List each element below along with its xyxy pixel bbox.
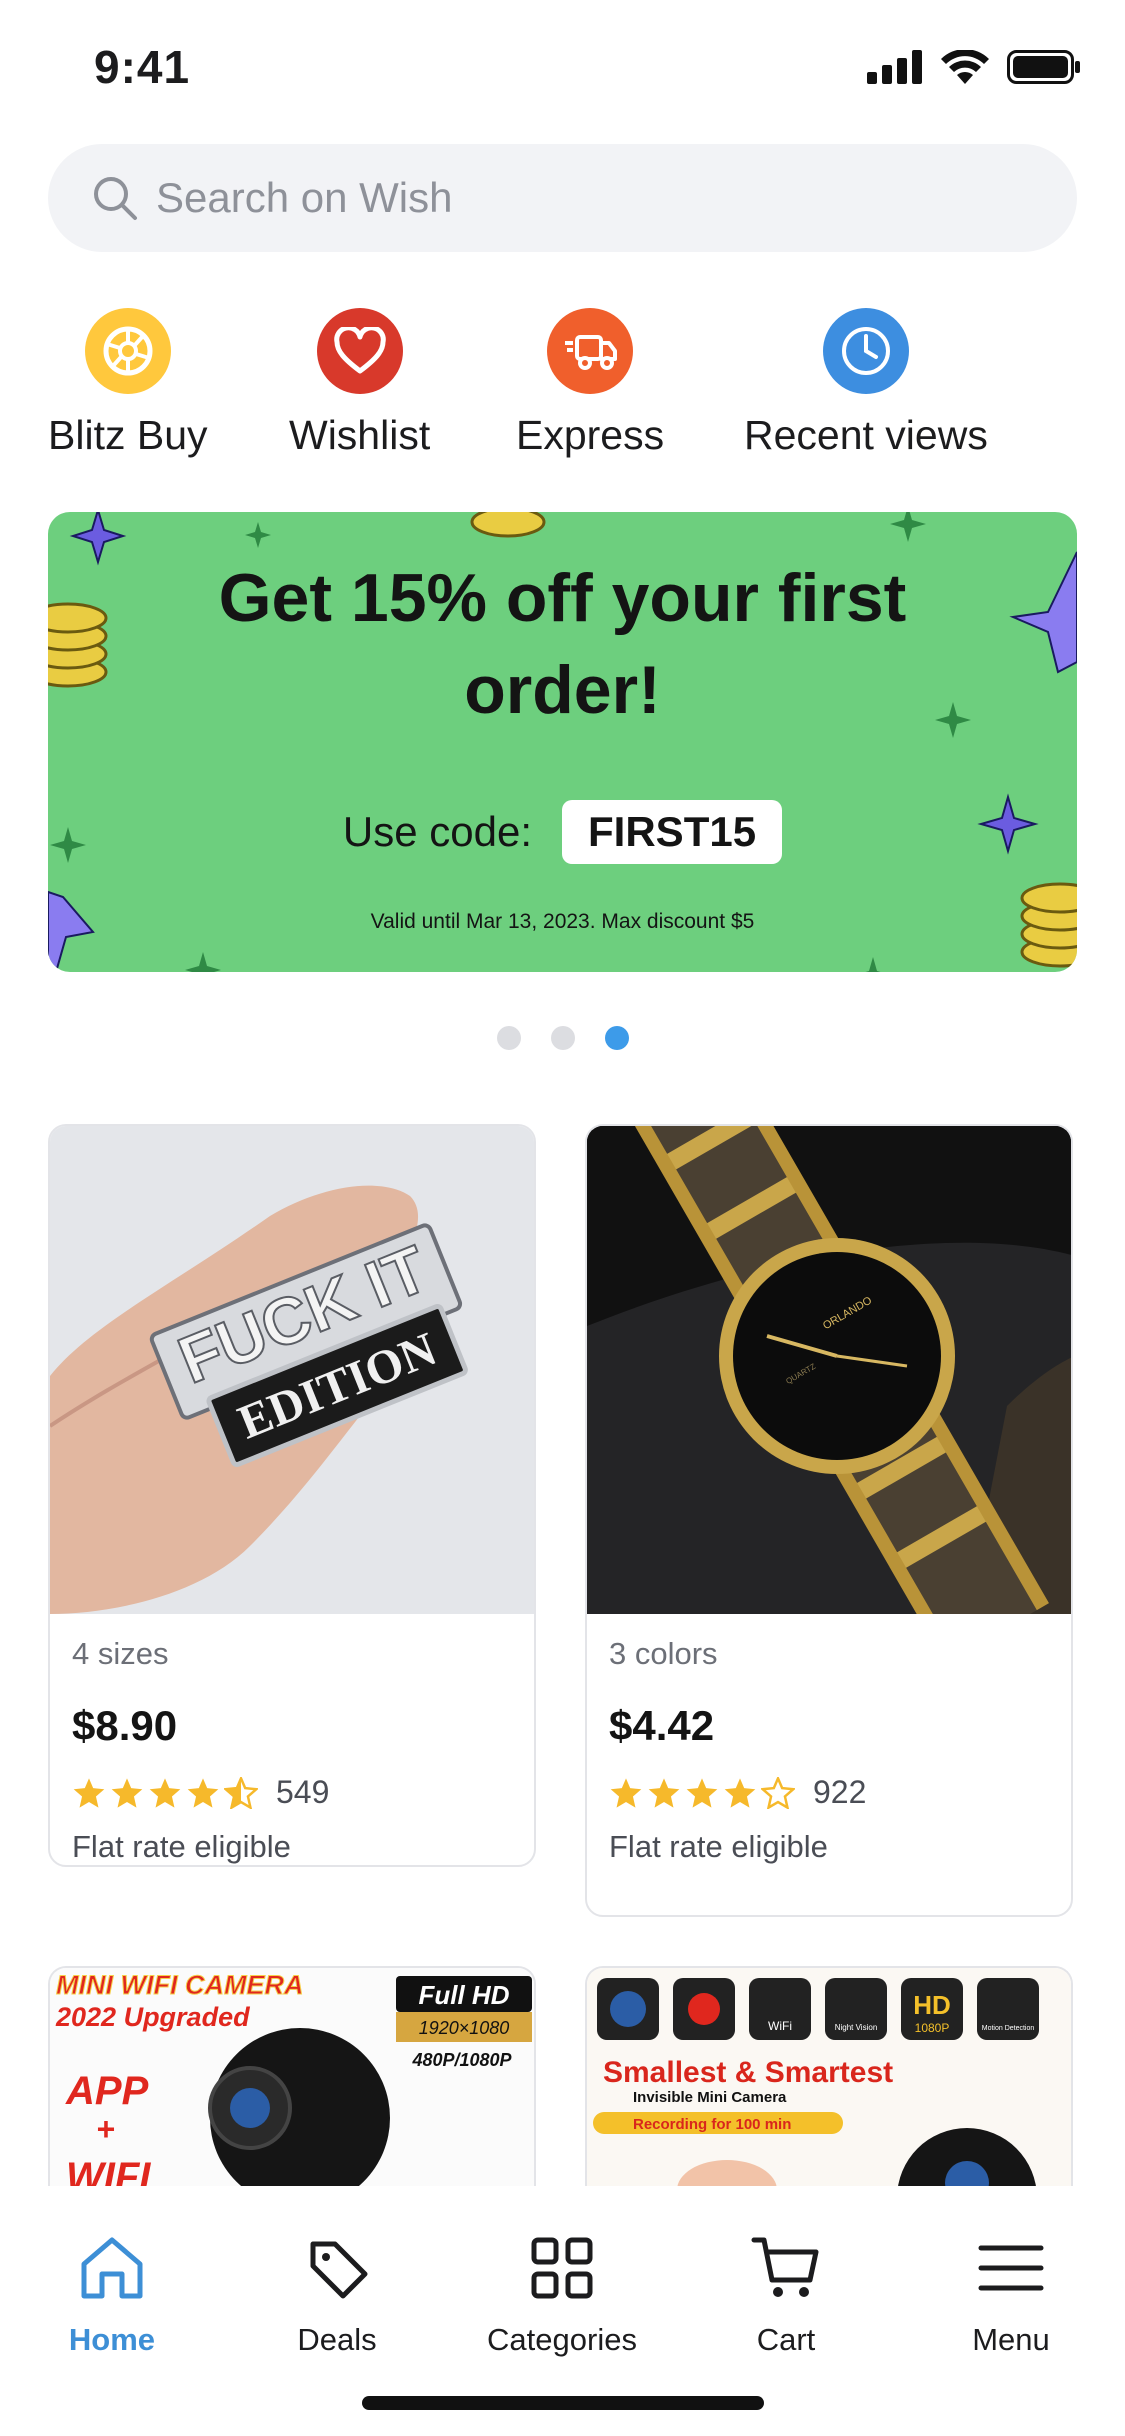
nav-label: Categories: [487, 2322, 637, 2357]
star-icon: [187, 1777, 219, 1808]
shipping-label: Flat rate eligible: [72, 1829, 291, 1864]
banner-note: Valid until Mar 13, 2023. Max discount $…: [370, 910, 755, 933]
nav-label: Cart: [756, 2322, 816, 2357]
product-image[interactable]: ORLANDO QUARTZ: [587, 1126, 1071, 1614]
star-icon: [111, 1777, 143, 1808]
quick-link-express[interactable]: Express: [516, 308, 664, 459]
camera-badge: Full HD: [419, 1980, 510, 2010]
product-variants: 4 sizes: [72, 1636, 169, 1671]
product-image[interactable]: WiFi Night Vision HD 1080P Motion Detect…: [587, 1968, 1073, 2196]
star-icon: [724, 1777, 756, 1808]
product-rating: 549: [72, 1774, 512, 1811]
star-half-icon: [224, 1776, 258, 1809]
quick-link-label: Blitz Buy: [48, 412, 208, 458]
carousel-dot[interactable]: [550, 1026, 575, 1050]
camera-badge-sub: 1920×1080: [419, 2018, 510, 2038]
product-variants: 3 colors: [609, 1636, 718, 1671]
quick-link-label: Recent views: [744, 412, 988, 458]
product-rating: 922: [609, 1774, 1049, 1811]
banner-title: Get 15% off your first order!: [48, 552, 1077, 736]
camera-hd-text: HD: [913, 1990, 951, 2020]
status-bar: 9:41: [0, 0, 1125, 140]
wifi-icon: [941, 50, 989, 84]
review-count: 549: [276, 1774, 330, 1810]
tag-icon: [310, 2241, 368, 2299]
nav-cart[interactable]: Cart: [686, 2230, 886, 2358]
nav-label: Deals: [297, 2322, 377, 2357]
camera-record-text: Recording for 100 min: [633, 2116, 791, 2133]
search-bar[interactable]: [48, 144, 1077, 252]
cellular-signal-icon: [867, 50, 922, 84]
product-image[interactable]: MINI WIFI CAMERA 2022 Upgraded Full HD 1…: [50, 1968, 536, 2196]
search-icon: [94, 177, 137, 220]
status-icons: [867, 50, 1081, 84]
search-input[interactable]: [156, 174, 956, 222]
carousel-dots: [0, 1026, 1125, 1050]
quick-link-partial[interactable]: Fa: [1078, 308, 1125, 459]
home-indicator[interactable]: [362, 2396, 764, 2410]
camera-res: 480P/1080P: [411, 2050, 512, 2070]
review-count: 922: [813, 1774, 867, 1810]
nav-home[interactable]: Home: [12, 2230, 212, 2358]
quick-link-blitz-buy[interactable]: Blitz Buy: [48, 308, 208, 459]
banner-code-label: Use code:: [342, 808, 533, 855]
status-time: 9:41: [94, 41, 191, 93]
nav-menu[interactable]: Menu: [911, 2230, 1111, 2358]
camera-chip-wifi: WiFi: [768, 2019, 792, 2033]
camera-sub: Invisible Mini Camera: [633, 2089, 787, 2106]
star-icon: [648, 1777, 680, 1808]
camera-text-line-2: 2022 Upgraded: [55, 2002, 250, 2032]
camera-chip-motion: Motion Detection: [982, 2025, 1035, 2032]
hamburger-icon: [978, 2245, 1044, 2291]
camera-headline: Smallest & Smartest: [603, 2056, 893, 2089]
product-info: 3 colors $4.42 922 Flat rate eligible: [587, 1614, 1071, 1865]
product-card[interactable]: WiFi Night Vision HD 1080P Motion Detect…: [585, 1966, 1073, 2196]
carousel-dot-active[interactable]: [604, 1026, 629, 1050]
product-price: $8.90: [72, 1702, 178, 1749]
heart-icon: [316, 308, 403, 394]
clock-icon: [822, 308, 909, 394]
blitz-wheel-icon: [84, 308, 171, 394]
quick-link-label: Wishlist: [289, 412, 431, 458]
cart-icon: [751, 2237, 819, 2297]
banner-title-line-2: order!: [464, 652, 661, 728]
truck-icon: [547, 308, 634, 394]
quick-links: Blitz Buy Wishlist Express Recent views …: [0, 308, 1125, 468]
star-icon: [686, 1777, 718, 1808]
star-empty-icon: [761, 1776, 795, 1809]
battery-icon: [1007, 50, 1080, 84]
camera-text-line-1: MINI WIFI CAMERA: [56, 1970, 303, 2000]
quick-link-wishlist[interactable]: Wishlist: [289, 308, 430, 459]
nav-deals[interactable]: Deals: [237, 2230, 437, 2358]
promo-banner[interactable]: Get 15% off your first order! Use code: …: [48, 512, 1077, 972]
star-icon: [610, 1777, 642, 1808]
product-image[interactable]: FUCK IT EDITION: [50, 1126, 534, 1614]
camera-app-text: APP: [65, 2069, 149, 2113]
product-card[interactable]: FUCK IT EDITION 4 sizes $8.90 549 Flat r…: [48, 1124, 536, 1867]
carousel-dot[interactable]: [496, 1026, 521, 1050]
product-info: 4 sizes $8.90 549 Flat rate eligible: [50, 1614, 534, 1865]
grid-icon: [531, 2237, 593, 2299]
star-icon: [73, 1777, 105, 1808]
camera-hd-sub: 1080P: [915, 2021, 950, 2035]
product-card[interactable]: MINI WIFI CAMERA 2022 Upgraded Full HD 1…: [48, 1966, 536, 2196]
product-card[interactable]: ORLANDO QUARTZ 3 colors $4.42 922 Flat r…: [585, 1124, 1073, 1917]
product-price: $4.42: [609, 1702, 715, 1749]
quick-link-recent-views[interactable]: Recent views: [744, 308, 988, 459]
nav-label: Menu: [972, 2322, 1050, 2357]
camera-chip-night-vision: Night Vision: [835, 2023, 878, 2032]
shipping-label: Flat rate eligible: [609, 1829, 828, 1864]
nav-categories[interactable]: Categories: [462, 2230, 662, 2358]
product-image-emblem: FUCK IT EDITION: [50, 1185, 468, 1614]
nav-label: Home: [68, 2322, 156, 2357]
quick-link-label: Express: [516, 412, 665, 458]
star-icon: [149, 1777, 181, 1808]
home-icon: [81, 2237, 143, 2299]
product-image-watch: ORLANDO QUARTZ: [587, 1126, 1071, 1614]
banner-title-line-1: Get 15% off your first: [218, 560, 907, 636]
banner-code-row: Use code: FIRST15: [48, 800, 1077, 864]
promo-code[interactable]: FIRST15: [562, 800, 783, 864]
camera-plus-text: +: [97, 2111, 116, 2147]
